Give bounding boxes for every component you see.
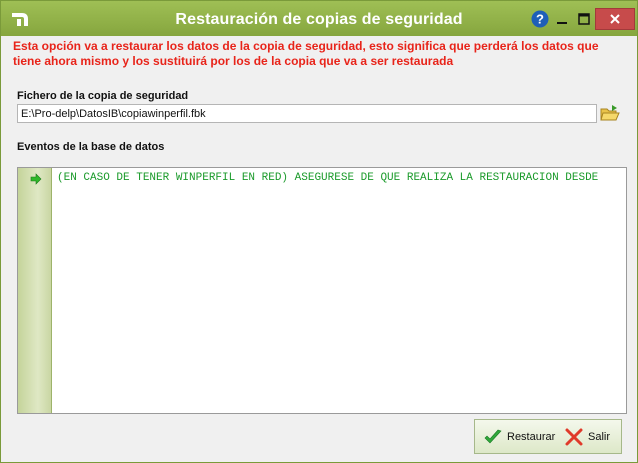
- dialog-buttons: Restaurar Salir: [474, 419, 622, 454]
- close-button[interactable]: [595, 8, 635, 30]
- maximize-icon: [578, 13, 590, 25]
- minimize-icon: [557, 22, 567, 24]
- close-icon: [610, 14, 620, 24]
- svg-text:?: ?: [536, 12, 544, 27]
- arrow-right-icon: [30, 173, 42, 185]
- browse-folder-button[interactable]: [600, 103, 620, 123]
- x-icon: [565, 428, 583, 445]
- backup-file-label: Fichero de la copia de seguridad: [17, 90, 189, 102]
- restore-dialog: Restauración de copias de seguridad ? Es…: [0, 0, 638, 463]
- maximize-button[interactable]: [573, 9, 595, 29]
- events-gutter: [18, 168, 52, 413]
- open-folder-icon: [600, 105, 620, 121]
- exit-button-label: Salir: [588, 430, 611, 443]
- backup-file-input[interactable]: [17, 104, 597, 123]
- help-button[interactable]: ?: [529, 9, 551, 29]
- title-bar[interactable]: Restauración de copias de seguridad ?: [1, 1, 637, 36]
- checkmark-icon: [484, 429, 502, 443]
- restore-warning-text: Esta opción va a restaurar los datos de …: [13, 39, 599, 68]
- events-log[interactable]: (EN CASO DE TENER WINPERFIL EN RED) ASEG…: [17, 167, 627, 414]
- exit-button[interactable]: Salir: [564, 419, 610, 454]
- event-line: (EN CASO DE TENER WINPERFIL EN RED) ASEG…: [57, 172, 599, 184]
- minimize-button[interactable]: [551, 9, 573, 29]
- restore-button-label: Restaurar: [507, 430, 556, 443]
- events-label: Eventos de la base de datos: [17, 141, 165, 153]
- help-icon: ?: [531, 10, 549, 28]
